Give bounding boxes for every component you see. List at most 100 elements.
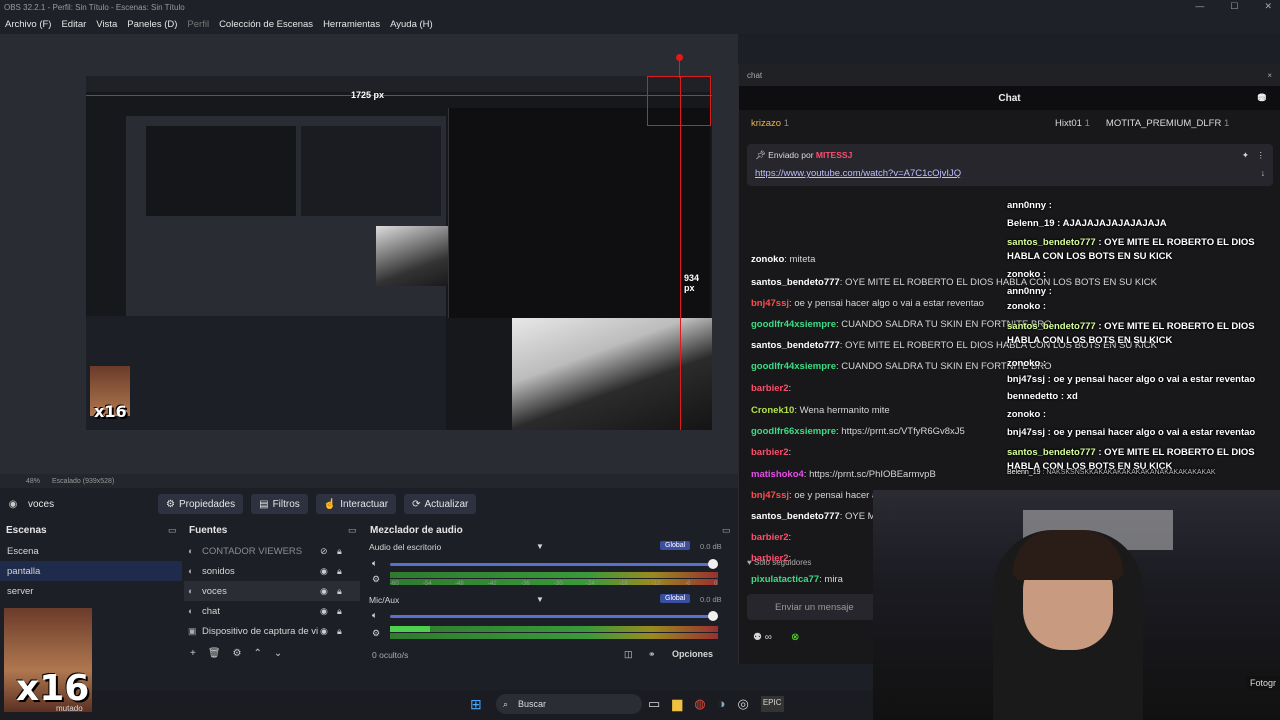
- chat-username[interactable]: zonoko: [751, 254, 784, 265]
- taskview-icon[interactable]: ▭: [648, 696, 660, 712]
- kick-icon[interactable]: ⊗: [791, 632, 799, 643]
- menu-editar[interactable]: Editar: [56, 19, 91, 30]
- epic-icon[interactable]: EPIC: [760, 696, 784, 712]
- volume-slider[interactable]: [390, 563, 718, 566]
- preview-canvas[interactable]: x16 1725 px 934 px: [86, 76, 712, 430]
- chat-username[interactable]: santos_bendeto777: [751, 277, 840, 288]
- chat-username[interactable]: goodlfr44xsiempre: [751, 319, 836, 330]
- properties-button[interactable]: ⚙ Propiedades: [158, 494, 244, 514]
- chat-username[interactable]: Cronek10: [751, 405, 794, 416]
- chat-username[interactable]: santos_bendeto777: [751, 340, 840, 351]
- eye-icon[interactable]: ◉: [320, 606, 328, 617]
- menu-ayuda[interactable]: Ayuda (H): [385, 19, 438, 30]
- chevron-down-icon[interactable]: ▼: [536, 595, 544, 604]
- menu-coleccion[interactable]: Colección de Escenas: [214, 19, 318, 30]
- lock-icon[interactable]: 🔒︎: [337, 546, 342, 557]
- lock-icon[interactable]: 🔒︎: [337, 606, 342, 617]
- source-item[interactable]: ◐ chat ◉ 🔒︎: [184, 601, 360, 621]
- chat-username[interactable]: barbier2: [751, 447, 789, 458]
- rotation-handle[interactable]: [676, 54, 683, 61]
- source-item[interactable]: ◐ CONTADOR VIEWERS ⊘ 🔒︎: [184, 541, 360, 561]
- pinned-link[interactable]: https://www.youtube.com/watch?v=A7C1cOjv…: [755, 168, 961, 179]
- expand-icon[interactable]: ↓: [1261, 168, 1265, 178]
- gear-icon[interactable]: ⚙: [233, 648, 242, 659]
- scene-item-selected[interactable]: pantalla: [0, 561, 182, 581]
- users-icon[interactable]: ⛃: [1258, 93, 1266, 104]
- refresh-button[interactable]: ⟳ Actualizar: [404, 494, 477, 514]
- scene-item[interactable]: Escena: [0, 541, 182, 561]
- menu-vista[interactable]: Vista: [91, 19, 122, 30]
- add-icon[interactable]: +: [190, 648, 196, 659]
- chat-username[interactable]: santos_bendeto777: [751, 511, 840, 522]
- close-icon[interactable]: ✕: [1264, 1, 1272, 12]
- obs-icon[interactable]: ◎: [738, 696, 749, 712]
- eye-icon[interactable]: ◉: [320, 626, 328, 637]
- source-item-selected[interactable]: ◐ voces ◉ 🔒︎: [184, 581, 360, 601]
- global-badge[interactable]: Global: [660, 594, 691, 603]
- chat-username[interactable]: bnj47ssj: [751, 298, 789, 309]
- lock-icon[interactable]: 🔒︎: [337, 626, 342, 637]
- close-icon[interactable]: ×: [1267, 71, 1272, 80]
- overlay-chat-line: bnj47ssj : oe y pensai hacer algo o vai …: [1007, 373, 1255, 387]
- chat-username[interactable]: barbier2: [751, 383, 789, 394]
- unpin-icon[interactable]: ✦: [1242, 150, 1249, 161]
- link-icon[interactable]: ⚭: [648, 649, 656, 660]
- steam-icon[interactable]: ◑: [718, 696, 726, 712]
- down-icon[interactable]: ⌄: [274, 648, 282, 659]
- overlay-username: zonoko: [1007, 409, 1041, 420]
- settings-icon[interactable]: ⚙: [372, 628, 380, 639]
- folder-icon[interactable]: ▆: [672, 696, 682, 712]
- minimize-icon[interactable]: —: [1195, 1, 1204, 12]
- source-item[interactable]: ◐ sonidos ◉ 🔒︎: [184, 561, 360, 581]
- volume-slider[interactable]: [390, 615, 718, 618]
- maximize-icon[interactable]: ☐: [1230, 1, 1238, 12]
- eye-icon[interactable]: ◉: [320, 586, 328, 597]
- options-button[interactable]: Opciones: [672, 649, 713, 659]
- taskbar-search[interactable]: ⌕ Buscar: [496, 694, 642, 714]
- dock-menu-icon[interactable]: ▭: [722, 525, 731, 536]
- chat-input[interactable]: Enviar un mensaje: [747, 594, 877, 620]
- volume-knob[interactable]: [708, 611, 718, 621]
- pinned-message[interactable]: 📌︎ Enviado por MITESSJ https://www.youtu…: [747, 144, 1273, 186]
- chevron-down-icon[interactable]: ▼: [536, 542, 544, 551]
- scene-item[interactable]: server: [0, 581, 182, 601]
- chat-username[interactable]: barbier2: [751, 532, 789, 543]
- dock-menu-icon[interactable]: ▭: [168, 525, 177, 536]
- lock-icon[interactable]: 🔒︎: [337, 566, 342, 577]
- lock-icon[interactable]: 🔒︎: [337, 586, 342, 597]
- settings-icon[interactable]: ⚙: [372, 574, 380, 585]
- chat-username[interactable]: pixulatactica77: [751, 574, 819, 585]
- menu-perfil[interactable]: Perfil: [182, 19, 214, 30]
- emote-icon[interactable]: ⚉ ∞: [753, 632, 772, 643]
- chrome-icon[interactable]: ◍: [694, 696, 705, 712]
- chat-username[interactable]: matishoko4: [751, 469, 804, 480]
- speaker-icon[interactable]: 🔈︎: [372, 558, 377, 569]
- zoom-level[interactable]: 48%: [26, 478, 40, 485]
- more-icon[interactable]: ⋮: [1257, 150, 1266, 161]
- trash-icon[interactable]: 🗑︎: [208, 648, 221, 659]
- layout-icon[interactable]: ◫: [624, 649, 633, 660]
- chat-username[interactable]: bnj47ssj: [751, 490, 789, 501]
- speaker-icon[interactable]: 🔈︎: [372, 610, 377, 621]
- gifter-item[interactable]: Hixt01 1: [1055, 118, 1090, 129]
- selection-box[interactable]: [647, 76, 711, 126]
- nested-docks: [86, 316, 446, 430]
- scale-label[interactable]: Escalado (939x528): [52, 478, 114, 485]
- global-badge[interactable]: Global: [660, 541, 691, 550]
- eye-icon[interactable]: ◉: [320, 566, 328, 577]
- menu-archivo[interactable]: Archivo (F): [0, 19, 56, 30]
- windows-start-icon[interactable]: ⊞: [470, 696, 482, 713]
- eye-hidden-icon[interactable]: ⊘: [320, 546, 328, 557]
- gifter-item[interactable]: krizazo 1: [751, 118, 789, 129]
- menu-paneles[interactable]: Paneles (D): [122, 19, 182, 30]
- source-item[interactable]: ▣ Dispositivo de captura de vi ◉ 🔒︎: [184, 621, 360, 641]
- interact-button[interactable]: ☝ Interactuar: [315, 494, 397, 514]
- chat-username[interactable]: goodlfr44xsiempre: [751, 361, 836, 372]
- up-icon[interactable]: ⌃: [254, 648, 262, 659]
- volume-knob[interactable]: [708, 559, 718, 569]
- filters-button[interactable]: ▤ Filtros: [251, 494, 308, 514]
- chat-username[interactable]: goodlfr66xsiempre: [751, 426, 836, 437]
- dock-menu-icon[interactable]: ▭: [348, 525, 357, 536]
- menu-herramientas[interactable]: Herramientas: [318, 19, 385, 30]
- gifter-item[interactable]: MOTITA_PREMIUM_DLFR 1: [1106, 118, 1229, 129]
